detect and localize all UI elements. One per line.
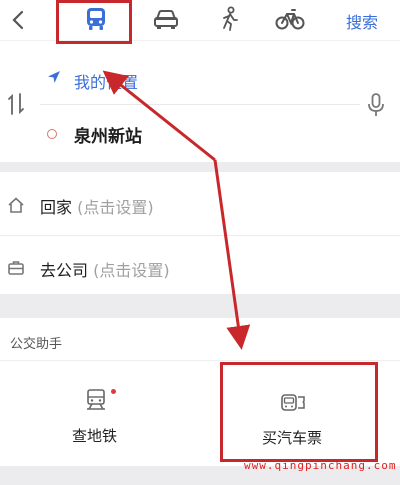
back-button[interactable] [8, 6, 30, 34]
search-button[interactable]: 搜索 [346, 9, 378, 33]
walk-icon [223, 6, 238, 31]
check-subway-button[interactable]: 查地铁 [72, 425, 117, 446]
transit-assistant-title: 公交助手 [10, 337, 63, 352]
voice-input-button[interactable] [366, 92, 386, 118]
mode-tab-car[interactable] [148, 4, 184, 34]
mode-tab-walk[interactable] [212, 4, 248, 34]
favorite-work-hint: (点击设置) [93, 261, 170, 280]
briefcase-icon [7, 259, 25, 277]
swap-icon [8, 93, 24, 115]
highlight-box-bus [56, 0, 132, 44]
favorite-home-hint: (点击设置) [77, 198, 154, 217]
location-arrow-icon [46, 69, 62, 85]
highlight-box-ticket [220, 362, 378, 462]
mode-tab-bike[interactable] [272, 4, 308, 34]
route-from-field[interactable]: 我的位置 [74, 69, 138, 93]
destination-dot-icon [47, 129, 57, 139]
favorite-work-label: 去公司 (点击设置) [40, 257, 170, 281]
notification-dot [111, 389, 116, 394]
route-panel [0, 40, 400, 162]
route-divider [40, 104, 360, 105]
favorite-work-row[interactable]: 去公司 (点击设置) [0, 235, 400, 295]
swap-direction-button[interactable] [6, 90, 26, 118]
car-icon [154, 10, 178, 29]
subway-icon[interactable] [85, 388, 107, 412]
favorite-home-title: 回家 [40, 198, 73, 217]
route-to-field[interactable]: 泉州新站 [74, 122, 142, 147]
chevron-left-icon [12, 10, 24, 30]
bike-icon [275, 9, 305, 30]
favorite-work-title: 去公司 [40, 261, 89, 280]
home-icon [7, 196, 25, 214]
favorite-home-label: 回家 (点击设置) [40, 194, 154, 218]
microphone-icon [368, 93, 384, 116]
assistant-divider [0, 360, 400, 361]
favorite-home-row[interactable]: 回家 (点击设置) [0, 172, 400, 232]
